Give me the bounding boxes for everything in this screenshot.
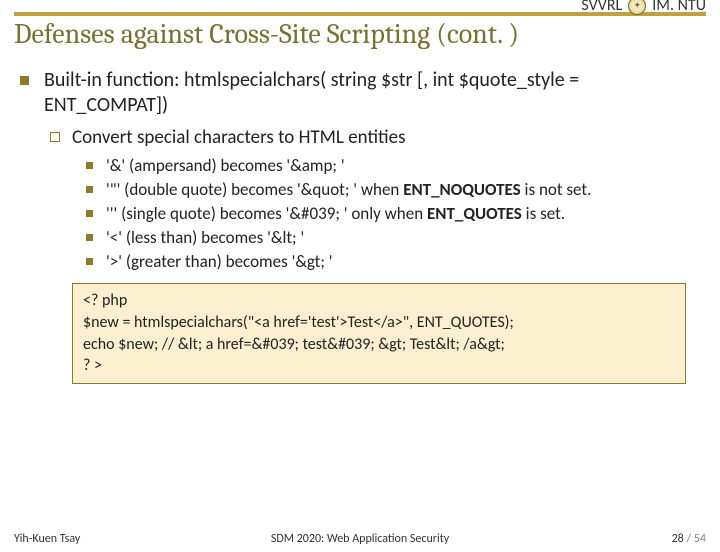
list-item: '<' (less than) becomes '&lt; ' [106,227,690,249]
list-item: '>' (greater than) becomes '&gt; ' [106,251,690,273]
bullet-level3-list: '&' (ampersand) becomes '&amp; ' '"' (do… [72,155,690,273]
org-right: IM. NTU [652,0,706,15]
footer-author: Yih-Kuen Tsay [14,532,80,546]
code-example-box: <? php $new = htmlspecialchars("<a href=… [72,283,686,383]
slide-title: Defenses against Cross-Site Scripting (c… [0,16,720,60]
ntu-seal-icon: ✦ [628,0,646,15]
bullet-level1: Built-in function: htmlspecialchars( str… [44,68,690,118]
header-right: SVVRL ✦ IM. NTU [581,0,706,15]
org-left: SVVRL [581,0,622,15]
footer-page: 28 / 54 [672,532,706,546]
list-item: ''' (single quote) becomes '&#039; ' onl… [106,203,690,225]
code-line: echo $new; // &lt; a href=&#039; test&#0… [83,334,675,356]
slide-body: Built-in function: htmlspecialchars( str… [0,60,720,384]
code-line: $new = htmlspecialchars("<a href='test'>… [83,312,675,334]
list-item: '"' (double quote) becomes '&quot; ' whe… [106,179,690,201]
list-item: '&' (ampersand) becomes '&amp; ' [106,155,690,177]
bullet-level2: Convert special characters to HTML entit… [72,126,690,149]
slide-footer: Yih-Kuen Tsay SDM 2020: Web Application … [0,532,720,546]
code-line: <? php [83,290,675,312]
footer-course: SDM 2020: Web Application Security [271,532,449,546]
code-line: ? > [83,355,675,377]
